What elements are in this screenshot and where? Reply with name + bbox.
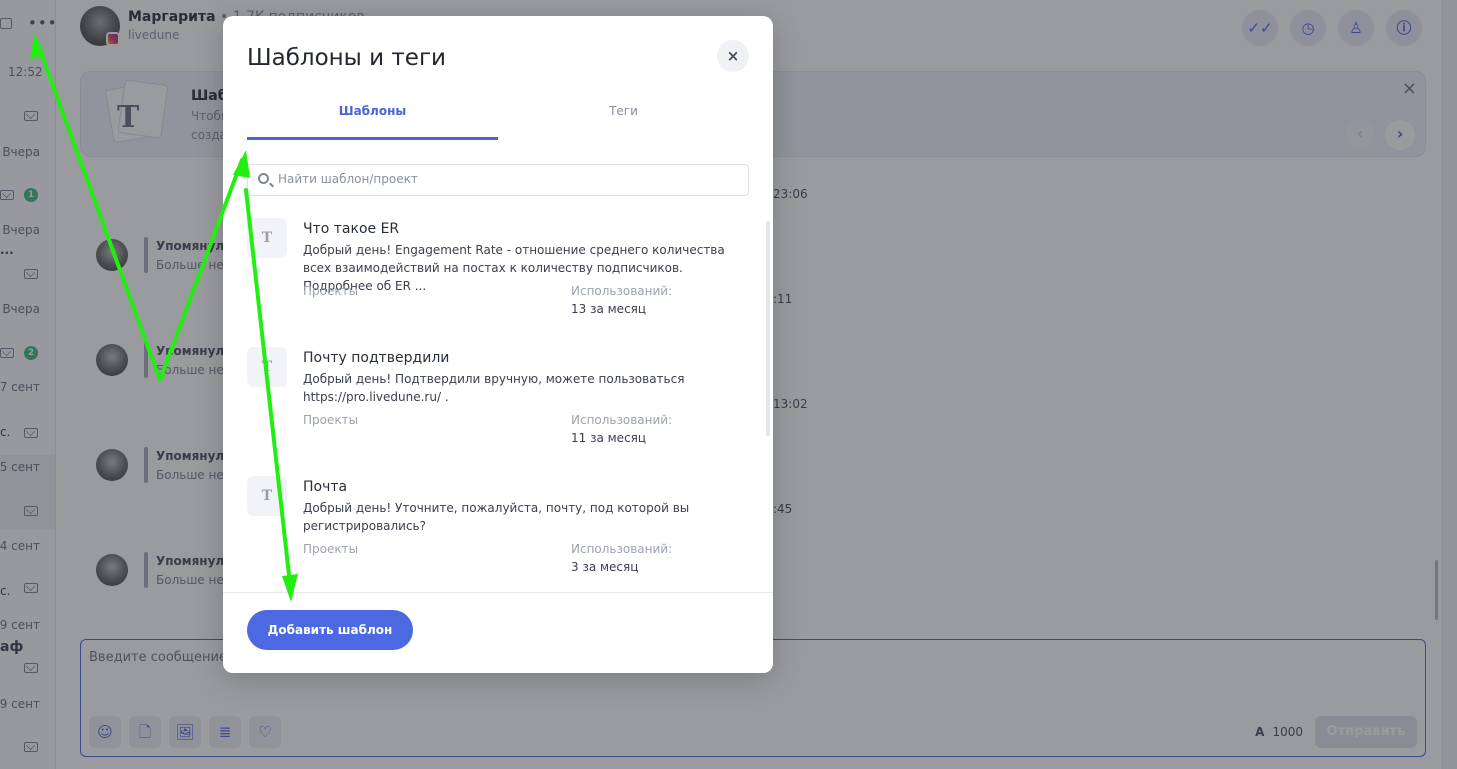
- template-icon: T: [247, 347, 287, 387]
- projects-label: Проекты: [303, 542, 359, 556]
- template-text: Добрый день! Engagement Rate - отношение…: [303, 243, 725, 293]
- search-field[interactable]: [247, 164, 749, 196]
- template-title: Почту подтвердили: [303, 350, 450, 366]
- template-icon: T: [247, 476, 287, 516]
- usage-value: 13 за месяц: [571, 302, 647, 316]
- tab-templates[interactable]: Шаблоны: [247, 96, 498, 140]
- usage-value: 11 за месяц: [571, 431, 647, 445]
- template-item[interactable]: T Что такое ER Добрый день! Engagement R…: [247, 212, 749, 341]
- template-text: Добрый день! Подтвердили вручную, можете…: [303, 372, 685, 404]
- projects-label: Проекты: [303, 413, 359, 427]
- list-scrollbar[interactable]: [766, 221, 770, 436]
- modal-title: Шаблоны и теги: [247, 45, 446, 71]
- template-title: Что такое ER: [303, 221, 400, 237]
- tab-tags[interactable]: Теги: [498, 96, 749, 140]
- usage-label: Использований:: [571, 542, 673, 556]
- add-template-button[interactable]: Добавить шаблон: [247, 610, 413, 650]
- search-input[interactable]: [278, 172, 738, 186]
- templates-and-tags-modal: Шаблоны и теги × Шаблоны Теги T Что тако…: [223, 16, 773, 673]
- modal-tabs: Шаблоны Теги: [247, 96, 749, 140]
- template-title: Почта: [303, 479, 348, 495]
- search-icon: [258, 173, 269, 184]
- projects-label: Проекты: [303, 284, 359, 298]
- template-text: Добрый день! Уточните, пожалуйста, почту…: [303, 501, 690, 533]
- template-icon: T: [247, 218, 287, 258]
- modal-footer: Добавить шаблон: [223, 592, 773, 673]
- close-button[interactable]: ×: [717, 40, 749, 72]
- template-item[interactable]: T Почта Добрый день! Уточните, пожалуйст…: [247, 470, 749, 592]
- template-list: T Что такое ER Добрый день! Engagement R…: [247, 212, 749, 592]
- template-item[interactable]: T Почту подтвердили Добрый день! Подтвер…: [247, 341, 749, 470]
- usage-value: 3 за месяц: [571, 560, 639, 574]
- usage-label: Использований:: [571, 413, 673, 427]
- usage-label: Использований:: [571, 284, 673, 298]
